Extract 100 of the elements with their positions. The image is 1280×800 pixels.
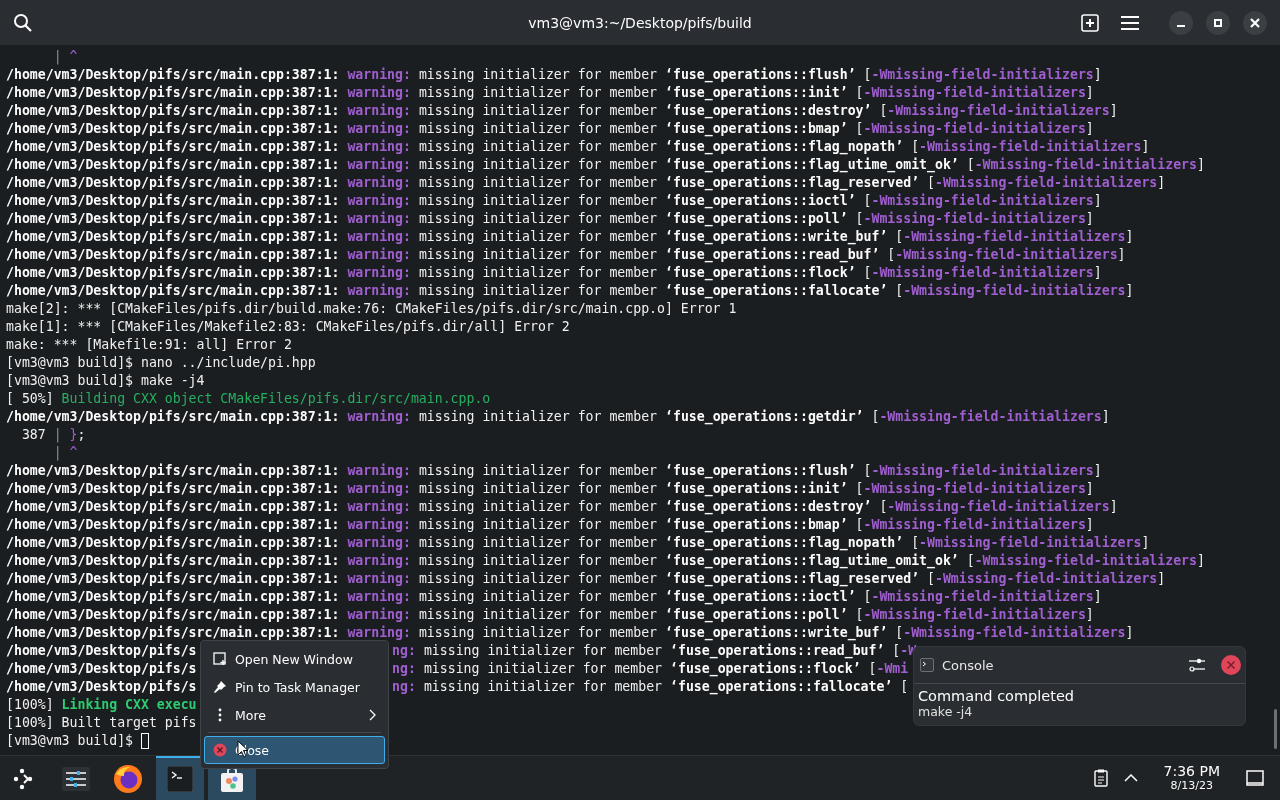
- terminal-text: ]: [1109, 102, 1118, 120]
- terminal-text: -Wmissing-field-initializers: [863, 84, 1086, 102]
- terminal-text: ‘fuse_operations::flag_nopath’: [665, 534, 904, 552]
- terminal-text: -Wmissing-field-initializers: [871, 462, 1094, 480]
- terminal-text: missing initializer for member: [417, 462, 659, 480]
- pin-icon: [213, 680, 227, 694]
- terminal-text: [100%] Built target pifs: [6, 714, 197, 732]
- terminal-text: |: [52, 48, 63, 66]
- terminal-text: ng:: [392, 678, 416, 696]
- terminal-text: /home/vm3/Desktop/pifs/src/main.cpp:387:1:: [6, 102, 340, 120]
- terminal-text: /home/vm3/Desktop/pifs/src/main.cpp:387:1:: [6, 534, 340, 552]
- terminal-text: /home/vm3/Desktop/pifs/src/main.cpp:387:1:: [6, 408, 340, 426]
- terminal-text: missing initializer for member: [417, 228, 659, 246]
- chevron-right-icon: [368, 709, 376, 721]
- terminal-text: ‘fuse_operations::fallocate’: [665, 282, 888, 300]
- settings-icon[interactable]: [1189, 658, 1207, 672]
- terminal-text: /home/vm3/Desktop/pifs/src/main.cpp:387:1:: [6, 210, 340, 228]
- terminal-text: make[2]: *** [CMakeFiles/pifs.dir/build.make:76: CMakeFiles/pifs.dir/src/main.cpp.o] Error 1: [6, 300, 737, 318]
- clock-date[interactable]: 8/13/23: [1170, 779, 1213, 792]
- terminal-text: /home/vm3/Desktop/pifs/src/main.cpp:387:1:: [6, 570, 340, 588]
- terminal-text: [: [878, 102, 888, 120]
- scrollbar[interactable]: [1274, 709, 1277, 749]
- terminal-text: missing initializer for member: [417, 552, 659, 570]
- terminal-text: -Wmissing-field-initializers: [887, 498, 1110, 516]
- terminal-text: warning:: [346, 210, 411, 228]
- terminal-text: warning:: [346, 138, 411, 156]
- terminal-text: -Wmissing-field-initializers: [871, 66, 1094, 84]
- terminal-text: [: [878, 498, 888, 516]
- terminal-text: [: [854, 210, 864, 228]
- terminal-text: missing initializer for member: [417, 264, 659, 282]
- terminal-text: ‘fuse_operations::write_buf’: [665, 228, 888, 246]
- new-tab-icon[interactable]: [1081, 13, 1099, 32]
- terminal-text: /home/vm3/Desktop/pifs/s: [6, 660, 197, 678]
- terminal-text: [: [894, 228, 904, 246]
- terminal-text: -Wmissing-field-initializers: [903, 282, 1126, 300]
- terminal-text: warning:: [346, 282, 411, 300]
- terminal-text: -Wmissing-field-initializers: [863, 210, 1086, 228]
- clipboard-icon[interactable]: [1093, 769, 1108, 787]
- terminal-text: warning:: [346, 480, 411, 498]
- close-button[interactable]: [1243, 10, 1267, 35]
- terminal-text: warning:: [346, 534, 411, 552]
- show-desktop-icon[interactable]: [1246, 770, 1264, 786]
- terminal-text: ]: [1109, 498, 1118, 516]
- terminal-text: [: [862, 588, 872, 606]
- terminal-text: warning:: [346, 498, 411, 516]
- menu-item[interactable]: Open New Window: [204, 645, 385, 673]
- terminal-text: /home/vm3/Desktop/pifs/src/main.cpp:387:1:: [6, 498, 340, 516]
- terminal-text: missing initializer for member: [417, 570, 659, 588]
- search-icon[interactable]: [13, 12, 33, 33]
- terminal-text: warning:: [346, 228, 411, 246]
- clock-time[interactable]: 7:36 PM: [1163, 764, 1220, 780]
- terminal-text: [: [965, 156, 975, 174]
- notification-text: make -j4: [918, 704, 974, 719]
- terminal-text: ]: [1117, 246, 1126, 264]
- terminal-text: missing initializer for member: [417, 246, 659, 264]
- terminal-text: [100%]: [6, 696, 55, 714]
- terminal-text: ]: [1093, 192, 1102, 210]
- menu-item[interactable]: Pin to Task Manager: [204, 673, 385, 701]
- terminal-text: ‘fuse_operations::init’: [665, 480, 848, 498]
- terminal-text: Linking CXX execu: [61, 696, 197, 714]
- maximize-button[interactable]: [1206, 10, 1230, 35]
- terminal-text: missing initializer for member: [417, 84, 659, 102]
- terminal-text: missing initializer for member: [417, 534, 659, 552]
- terminal-text: [: [867, 660, 877, 678]
- terminal-text: -Wmissing-field-initializers: [935, 570, 1158, 588]
- terminal-text: [: [891, 642, 901, 660]
- terminal-text: ‘fuse_operations::bmap’: [665, 516, 848, 534]
- terminal-text: /home/vm3/Desktop/pifs/s: [6, 678, 197, 696]
- terminal-text: ‘fuse_operations::ioctl’: [665, 192, 856, 210]
- sliders-icon: [62, 767, 90, 791]
- terminal-text: ‘fuse_operations::flock’: [665, 264, 856, 282]
- terminal-text: ‘fuse_operations::write_buf’: [665, 624, 888, 642]
- terminal-text: missing initializer for member: [417, 282, 659, 300]
- terminal-text: [: [854, 84, 864, 102]
- terminal-text: [vm3@vm3 build]$ make -j4: [6, 372, 205, 390]
- menu-icon[interactable]: [1121, 15, 1139, 30]
- terminal-text: warning:: [346, 552, 411, 570]
- terminal-text: ]: [1085, 84, 1094, 102]
- terminal-text: /home/vm3/Desktop/pifs/src/main.cpp:387:1:: [6, 120, 340, 138]
- terminal-text: missing initializer for member: [417, 606, 659, 624]
- menu-item[interactable]: More: [204, 701, 385, 729]
- minimize-button[interactable]: [1169, 10, 1193, 35]
- terminal-text: warning:: [346, 264, 411, 282]
- terminal-text: warning:: [346, 66, 411, 84]
- terminal-text: ]: [1157, 570, 1166, 588]
- terminal-text: /home/vm3/Desktop/pifs/src/main.cpp:387:1:: [6, 156, 340, 174]
- terminal-text: ]: [1141, 534, 1150, 552]
- terminal-text: [: [910, 138, 920, 156]
- terminal-text: ‘fuse_operations::read_buf’: [670, 642, 885, 660]
- terminal-text: [ 50%]: [6, 390, 55, 408]
- terminal-text: make: *** [Makefile:91: all] Error 2: [6, 336, 292, 354]
- terminal-text: [: [926, 570, 935, 588]
- terminal-text: -Wmissing-field-initializers: [903, 228, 1126, 246]
- terminal-text: missing initializer for member: [417, 588, 659, 606]
- chevron-up-icon[interactable]: [1123, 774, 1138, 782]
- new-window-icon: [213, 652, 227, 666]
- taskbar-button[interactable]: [156, 756, 204, 800]
- terminal-text: ]: [1125, 282, 1134, 300]
- window-title: vm3@vm3:~/Desktop/pifs/build: [528, 14, 752, 31]
- terminal-text: missing initializer for member: [417, 156, 659, 174]
